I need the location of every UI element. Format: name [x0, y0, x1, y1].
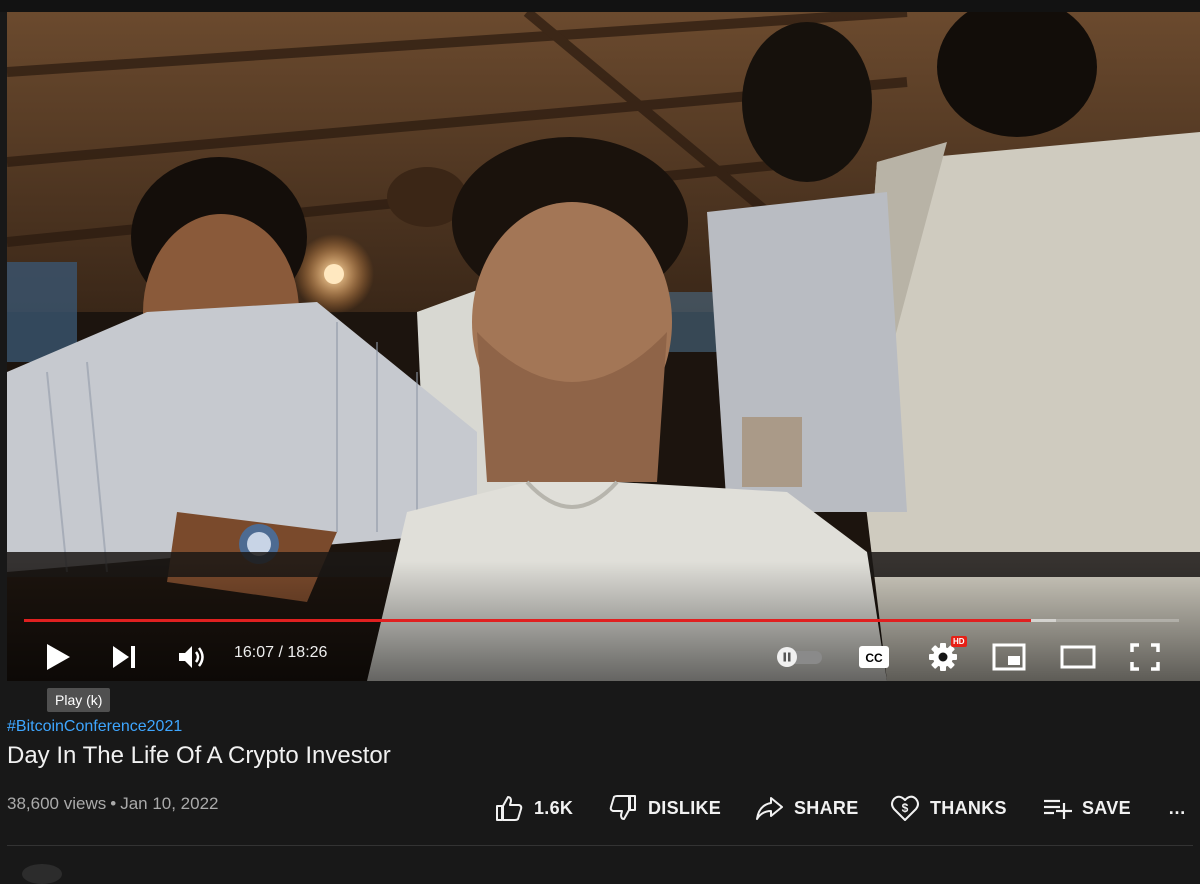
svg-text:$: $ — [902, 801, 909, 815]
thanks-label: THANKS — [930, 797, 1007, 818]
like-button[interactable]: 1.6K — [494, 793, 573, 823]
video-meta: 38,600 views • Jan 10, 2022 — [7, 794, 219, 814]
meta-separator: • — [110, 794, 117, 813]
section-divider — [7, 845, 1193, 846]
progress-bar[interactable] — [24, 619, 1179, 622]
thumbs-down-icon — [609, 795, 636, 820]
time-current: 16:07 — [234, 644, 275, 661]
fullscreen-icon — [1130, 643, 1160, 671]
play-icon — [47, 644, 70, 670]
like-count: 1.6K — [534, 797, 574, 818]
hd-badge: HD — [951, 636, 967, 647]
save-button[interactable]: SAVE — [1042, 793, 1131, 823]
time-display: 16:07 / 18:26 — [234, 644, 327, 662]
share-label: SHARE — [794, 797, 859, 818]
channel-avatar[interactable] — [22, 864, 62, 884]
video-title: Day In The Life Of A Crypto Investor — [7, 742, 391, 769]
captions-icon: CC — [859, 646, 889, 668]
playlist-add-icon — [1044, 799, 1072, 819]
hashtag-link[interactable]: #BitcoinConference2021 — [7, 718, 182, 736]
share-button[interactable]: SHARE — [754, 793, 859, 823]
dislike-button[interactable]: DISLIKE — [608, 793, 721, 823]
play-tooltip: Play (k) — [47, 688, 111, 712]
miniplayer-button[interactable] — [991, 642, 1027, 672]
fullscreen-button[interactable] — [1129, 642, 1161, 672]
upload-date: Jan 10, 2022 — [120, 794, 219, 813]
next-button[interactable] — [110, 642, 140, 672]
autoplay-toggle-icon — [777, 647, 822, 667]
view-count: 38,600 views — [7, 794, 107, 813]
share-icon — [756, 797, 783, 820]
dislike-label: DISLIKE — [648, 797, 722, 818]
thumbs-up-icon — [496, 796, 523, 821]
volume-icon — [179, 646, 204, 668]
theater-mode-button[interactable] — [1059, 642, 1097, 672]
miniplayer-icon — [992, 643, 1026, 671]
top-bar — [0, 0, 1200, 12]
time-separator: / — [274, 644, 288, 661]
more-actions-button[interactable]: … — [1168, 793, 1186, 823]
video-player[interactable]: 16:07 / 18:26 CC HD — [7, 12, 1200, 681]
more-icon: … — [1168, 797, 1187, 818]
save-label: SAVE — [1082, 797, 1131, 818]
captions-button[interactable]: CC — [857, 642, 891, 672]
autoplay-toggle[interactable] — [775, 642, 825, 672]
thanks-heart-icon: $ — [891, 795, 919, 821]
captions-label: CC — [865, 651, 883, 665]
progress-played — [24, 619, 1031, 622]
play-button[interactable] — [43, 642, 73, 672]
volume-button[interactable] — [175, 642, 209, 672]
time-total: 18:26 — [287, 644, 328, 661]
next-icon — [113, 646, 135, 668]
theater-icon — [1060, 645, 1096, 669]
thanks-button[interactable]: $ THANKS — [890, 793, 1007, 823]
